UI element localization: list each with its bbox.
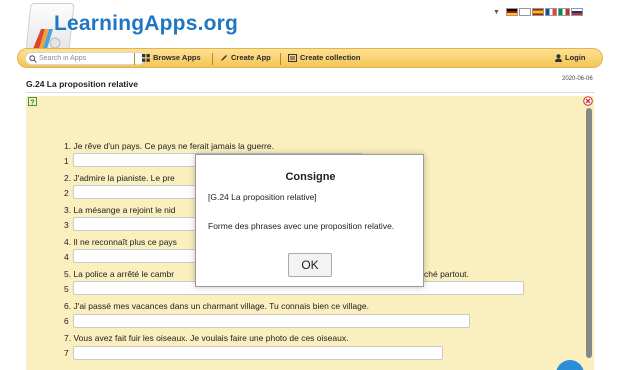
answer-number-5: 5 (64, 284, 69, 294)
question-2: 2. J'admire la pianiste. Le pre (64, 173, 175, 183)
instruction-dialog: Consigne [G.24 La proposition relative] … (195, 154, 424, 287)
uk-flag-icon[interactable] (518, 8, 531, 16)
es-flag-icon[interactable] (531, 8, 544, 16)
browse-apps-label: Browse Apps (153, 53, 201, 62)
fr-flag-icon[interactable] (544, 8, 557, 16)
search-input[interactable] (39, 53, 139, 64)
question-5-tail: ché partout. (424, 269, 469, 279)
floating-action-button[interactable] (556, 360, 584, 370)
learningapps-page: LearningApps.org ▼ Browse Apps (0, 0, 620, 370)
nav-separator (280, 53, 281, 65)
app-scrollbar[interactable] (586, 108, 592, 358)
de-flag-icon[interactable] (505, 8, 518, 16)
fullscreen-close-icon[interactable] (583, 96, 593, 106)
navbar: Browse Apps Create App Create collection… (17, 48, 603, 68)
dialog-subtitle: [G.24 La proposition relative] (208, 192, 317, 202)
ok-button[interactable]: OK (288, 253, 332, 277)
create-app-button[interactable]: Create App (220, 53, 271, 62)
dialog-text: Forme des phrases avec une proposition r… (208, 221, 395, 231)
search-icon (29, 54, 37, 63)
answer-input-2[interactable] (73, 185, 203, 199)
grid-icon (142, 53, 150, 62)
browse-apps-button[interactable]: Browse Apps (142, 53, 201, 62)
it-flag-icon[interactable] (557, 8, 570, 16)
collection-icon (288, 53, 297, 62)
question-5: 5. La police a arrêté le cambr (64, 269, 175, 279)
login-label: Login (565, 53, 586, 62)
question-7: 7. Vous avez fait fuir les oiseaux. Je v… (64, 333, 349, 343)
login-button[interactable]: Login (555, 53, 585, 62)
answer-number-6: 6 (64, 316, 69, 326)
question-6: 6. J'ai passé mes vacances dans un charm… (64, 301, 369, 311)
answer-input-7[interactable] (73, 346, 443, 360)
create-app-label: Create App (231, 53, 271, 62)
answer-number-1: 1 (64, 156, 69, 166)
nav-separator (134, 53, 135, 65)
dialog-title: Consigne (285, 171, 336, 183)
answer-input-6[interactable] (73, 314, 470, 328)
page-title: G.24 La proposition relative (26, 79, 138, 89)
answer-input-4[interactable] (73, 249, 203, 263)
divider (26, 92, 595, 93)
answer-number-3: 3 (64, 220, 69, 230)
app-date: 2020-06-06 (562, 76, 593, 82)
answer-number-7: 7 (64, 348, 69, 358)
pencil-icon (221, 54, 227, 61)
svg-text:?: ? (30, 99, 34, 106)
answer-number-4: 4 (64, 252, 69, 262)
question-4: 4. Il ne reconnaît plus ce pays (64, 237, 177, 247)
language-bar: ▼ (493, 7, 583, 17)
ru-flag-icon[interactable] (570, 8, 583, 16)
user-icon (555, 53, 562, 62)
answer-input-3[interactable] (73, 217, 203, 231)
nav-separator (212, 53, 213, 65)
search-box[interactable] (25, 52, 145, 65)
answer-number-2: 2 (64, 188, 69, 198)
question-3: 3. La mésange a rejoint le nid (64, 205, 176, 215)
logo[interactable]: LearningApps.org (18, 3, 238, 53)
question-1: 1. Je rêve d'un pays. Ce pays ne ferait … (64, 141, 274, 151)
create-collection-label: Create collection (300, 53, 361, 62)
help-icon[interactable]: ? (28, 97, 38, 107)
logo-text: LearningApps.org (54, 12, 239, 35)
language-caret-icon[interactable]: ▼ (493, 9, 500, 16)
create-collection-button[interactable]: Create collection (288, 53, 360, 62)
